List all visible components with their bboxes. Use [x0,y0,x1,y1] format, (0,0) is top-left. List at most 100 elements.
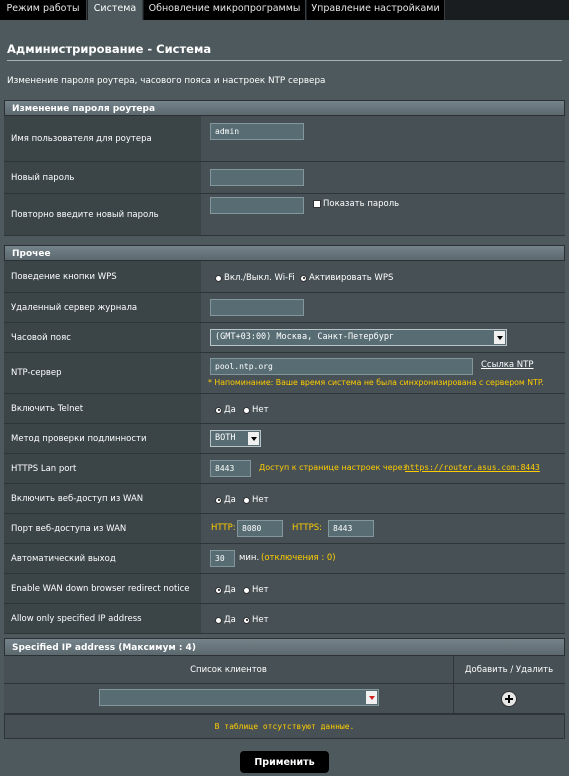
wan-access-row: Включить веб-доступ из WAN Да Нет [4,484,565,514]
wps-row: Поведение кнопки WPS Вкл./Выкл. Wi-Fi Ак… [4,261,565,293]
telnet-no[interactable]: Нет [243,405,269,415]
client-select[interactable] [99,689,379,706]
allow-ip-yes[interactable]: Да [215,615,236,625]
main-panel: Администрирование - Система Изменение па… [0,20,569,776]
show-password-checkbox[interactable] [313,200,321,208]
username-label: Имя пользователя для роутера [4,116,201,161]
redirect-yes[interactable]: Да [215,585,236,595]
autologout-label: Автоматический выход [4,544,201,573]
allow-ip-radio-no[interactable] [243,616,250,624]
wan-access-radio-yes[interactable] [215,496,222,504]
ntp-row: NTP-сервер pool.ntp.org Ссылка NTP * Нап… [4,353,565,394]
wps-radio-activate[interactable] [300,274,307,282]
tab-settings-management[interactable]: Управление настройками [307,0,445,20]
tab-firmware-upgrade[interactable]: Обновление микропрограммы [144,0,306,20]
redirect-yes-label: Да [224,585,236,595]
chevron-down-icon [494,331,505,344]
autologout-input[interactable]: 30 [210,550,235,567]
telnet-label: Включить Telnet [4,394,201,423]
telnet-row: Включить Telnet Да Нет [4,394,565,424]
redirect-row: Enable WAN down browser redirect notice … [4,574,565,604]
wan-access-radio-no[interactable] [243,496,250,504]
https-port-input[interactable]: 8443 [210,460,251,477]
tab-operation-mode[interactable]: Режим работы [0,0,87,20]
tab-system[interactable]: Система [88,0,143,20]
wan-port-row: Порт веб-доступа из WAN HTTP: 8080 HTTPS… [4,514,565,544]
repeat-password-input[interactable] [210,197,304,214]
wan-access-yes-label: Да [224,495,236,505]
timezone-value: (GMT+03:00) Москва, Санкт-Петербург [215,332,395,342]
auth-select[interactable]: BOTH [210,430,261,447]
wps-radio-wifi[interactable] [215,274,222,282]
redirect-no-label: Нет [252,585,269,595]
ntp-input[interactable]: pool.ntp.org [210,358,473,375]
https-link[interactable]: https://router.asus.com:8443 [405,463,540,472]
timezone-row: Часовой пояс (GMT+03:00) Москва, Санкт-П… [4,323,565,353]
wps-option-wifi-label: Вкл./Выкл. Wi-Fi [224,273,295,283]
redirect-radio-no[interactable] [243,586,250,594]
autologout-unit: мин. [239,553,260,563]
telnet-radio-yes[interactable] [215,406,222,414]
page-subtitle: Изменение пароля роутера, часового пояса… [7,76,326,86]
allow-ip-radio-yes[interactable] [215,616,222,624]
wps-option-wifi[interactable]: Вкл./Выкл. Wi-Fi [215,273,295,283]
telnet-yes-label: Да [224,405,236,415]
wan-access-no[interactable]: Нет [243,495,269,505]
telnet-yes[interactable]: Да [215,405,236,415]
allow-ip-no-label: Нет [252,615,269,625]
wan-https-label: HTTPS: [292,523,323,533]
https-port-label: HTTPS Lan port [4,454,201,483]
misc-section-header: Прочее [4,245,565,261]
ip-input-row [4,684,565,714]
auth-value: BOTH [215,433,236,443]
add-icon[interactable] [501,691,517,707]
new-password-input[interactable] [210,169,304,186]
wps-option-activate-label: Активировать WPS [309,273,394,283]
wan-http-label: HTTP: [211,523,236,533]
empty-message: В таблице отсутствуют данные. [214,722,355,731]
repeat-password-label: Повторно введите новый пароль [4,194,201,235]
page-title: Администрирование - Система [7,42,212,56]
show-password-toggle[interactable]: Показать пароль [313,199,399,209]
allow-ip-row: Allow only specified IP address Да Нет [4,604,565,634]
redirect-label: Enable WAN down browser redirect notice [4,574,201,603]
timezone-select[interactable]: (GMT+03:00) Москва, Санкт-Петербург [210,329,507,346]
ntp-note: * Напоминание: Ваше время система не был… [208,378,544,387]
telnet-radio-no[interactable] [243,406,250,414]
wps-option-activate[interactable]: Активировать WPS [300,273,393,283]
ntp-label: NTP-сервер [4,353,201,393]
apply-button[interactable]: Применить [240,751,329,773]
redirect-no[interactable]: Нет [243,585,269,595]
username-input[interactable]: admin [210,123,304,140]
wan-access-label: Включить веб-доступ из WAN [4,484,201,513]
ntp-link[interactable]: Ссылка NTP [481,360,533,370]
allow-ip-no[interactable]: Нет [243,615,269,625]
new-password-label: Новый пароль [4,162,201,193]
ip-section-header: Specified IP address (Максимум : 4) [4,638,565,656]
show-password-label: Показать пароль [323,199,400,209]
syslog-row: Удаленный сервер журнала [4,293,565,323]
wan-access-no-label: Нет [252,495,269,505]
wan-port-label: Порт веб-доступа из WAN [4,514,201,543]
syslog-input[interactable] [210,299,304,316]
add-delete-column-header: Добавить / Удалить [464,665,554,675]
empty-row: В таблице отсутствуют данные. [4,714,565,739]
title-divider [7,60,562,61]
wan-https-input[interactable]: 8443 [328,520,374,537]
allow-ip-yes-label: Да [224,615,236,625]
autologout-note: (отключения : 0) [261,553,336,563]
tab-bar: Режим работы Система Обновление микропро… [0,0,569,20]
auth-label: Метод проверки подлинности [4,424,201,453]
new-password-row: Новый пароль [4,162,565,194]
allow-ip-label: Allow only specified IP address [4,604,201,633]
wan-access-yes[interactable]: Да [215,495,236,505]
chevron-down-icon [366,691,377,704]
wan-http-input[interactable]: 8080 [237,520,283,537]
syslog-label: Удаленный сервер журнала [4,293,201,322]
timezone-label: Часовой пояс [4,323,201,352]
username-row: Имя пользователя для роутера admin [4,116,565,162]
clients-column-header: Список клиентов [4,656,454,684]
telnet-no-label: Нет [252,405,269,415]
redirect-radio-yes[interactable] [215,586,222,594]
repeat-password-row: Повторно введите новый пароль Показать п… [4,194,565,236]
